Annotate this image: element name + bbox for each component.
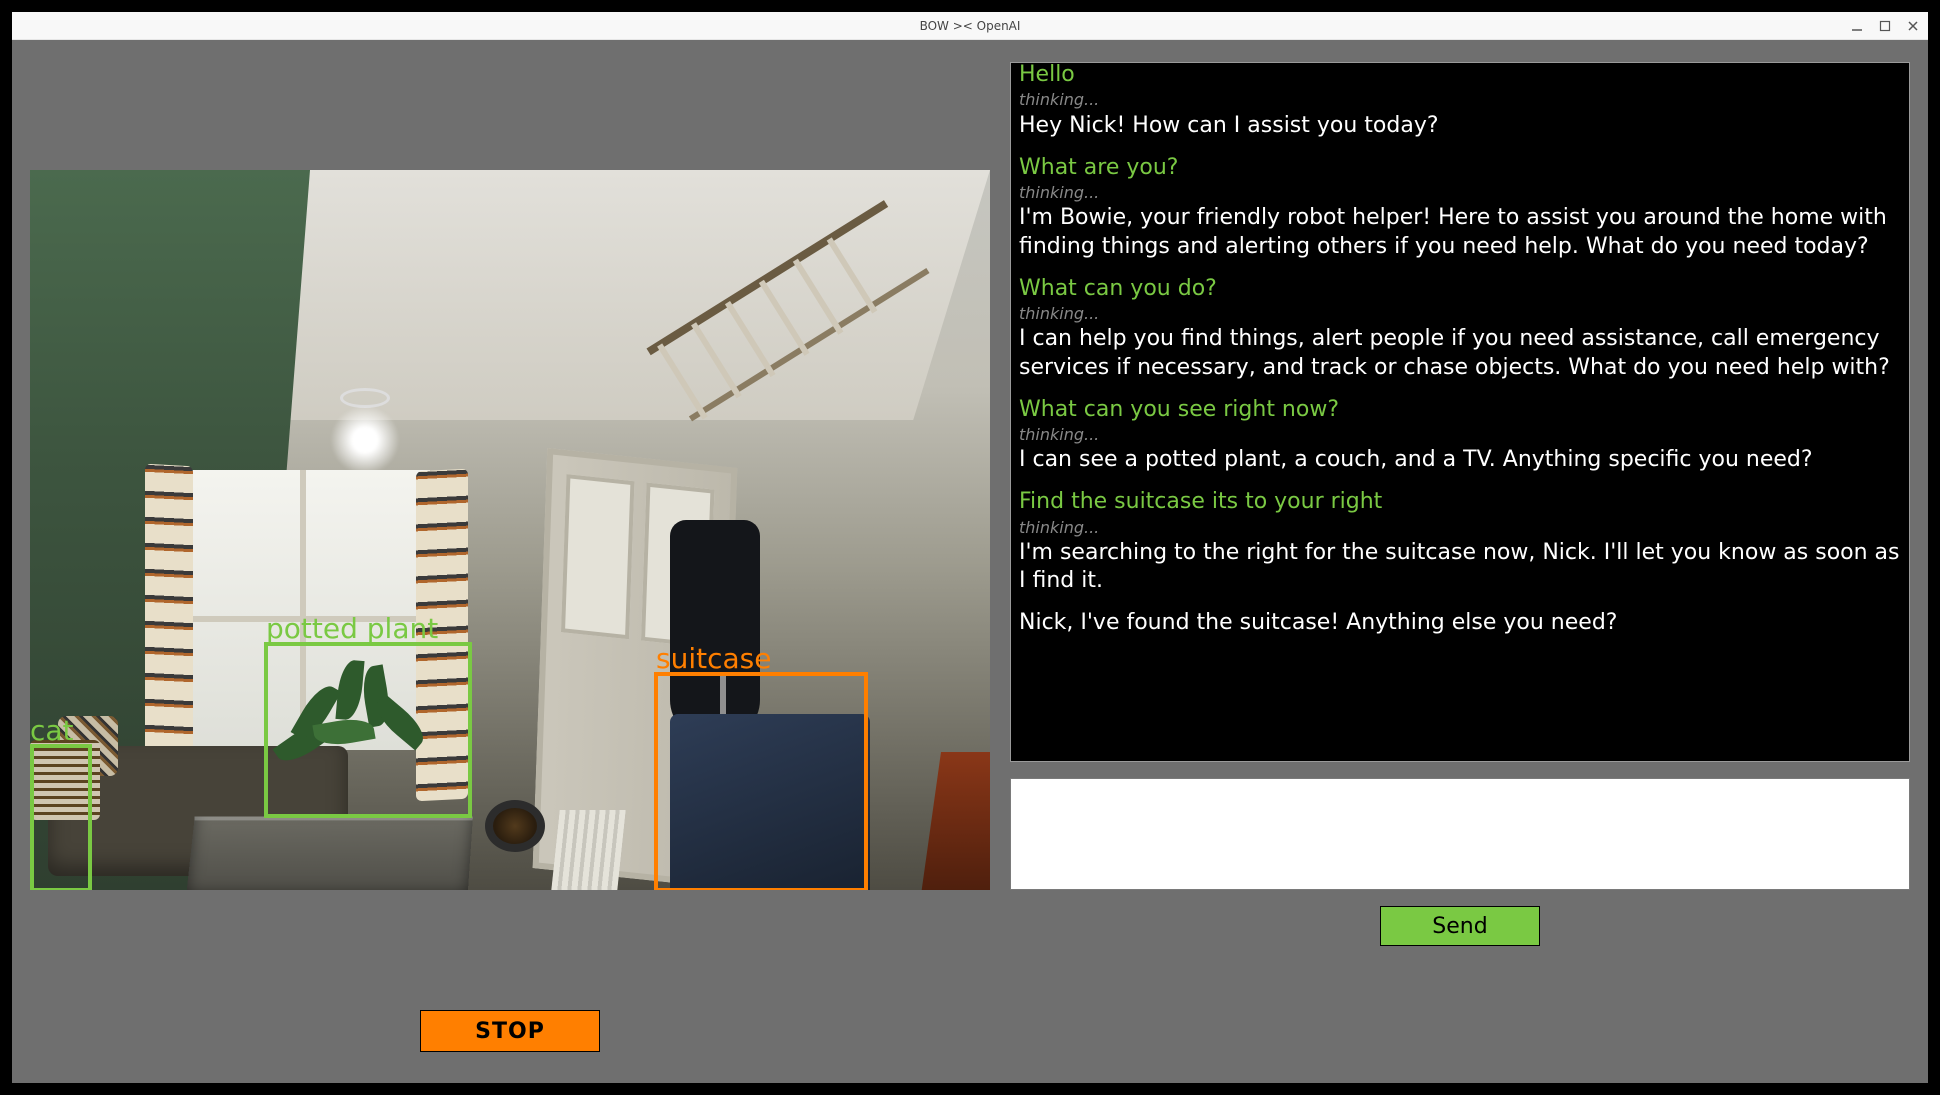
minimize-icon[interactable]: [1850, 19, 1864, 33]
detection-label-cat: cat: [30, 714, 74, 747]
chat-bot-line: Hey Nick! How can I assist you today?: [1019, 112, 1901, 140]
stop-button[interactable]: STOP: [420, 1010, 600, 1052]
chat-thinking: thinking...: [1019, 183, 1901, 203]
chat-thinking: thinking...: [1019, 90, 1901, 110]
chat-user-line: What can you do?: [1019, 275, 1901, 303]
send-row: Send: [1010, 906, 1910, 946]
outer-frame: BOW >< OpenAI: [0, 0, 1940, 1095]
titlebar: BOW >< OpenAI: [12, 12, 1928, 40]
floor-fan: [485, 800, 545, 852]
coffee-table-trunk: [185, 816, 473, 890]
chat-thinking: thinking...: [1019, 304, 1901, 324]
detection-box-suitcase: [654, 672, 868, 890]
chat-bot-line: I'm searching to the right for the suitc…: [1019, 539, 1901, 595]
camera-view: cat potted plant suitcase: [30, 170, 990, 890]
maximize-icon[interactable]: [1878, 19, 1892, 33]
chat-thinking: thinking...: [1019, 518, 1901, 538]
app-body: cat potted plant suitcase STOP Hello thi…: [12, 40, 1928, 1083]
detection-label-plant: potted plant: [266, 612, 438, 645]
detection-label-suitcase: suitcase: [656, 642, 771, 675]
chat-user-line: Hello: [1019, 62, 1901, 89]
chat-log[interactable]: Hello thinking... Hey Nick! How can I as…: [1010, 62, 1910, 762]
close-icon[interactable]: [1906, 19, 1920, 33]
chat-bot-line: I can see a potted plant, a couch, and a…: [1019, 446, 1901, 474]
app-window: BOW >< OpenAI: [12, 12, 1928, 1083]
chat-thinking: thinking...: [1019, 425, 1901, 445]
ceiling-lamp: [330, 405, 400, 475]
send-button[interactable]: Send: [1380, 906, 1540, 946]
chat-user-line: What are you?: [1019, 154, 1901, 182]
right-column: Hello thinking... Hey Nick! How can I as…: [1010, 62, 1910, 1065]
window-title: BOW >< OpenAI: [920, 19, 1021, 33]
chat-input[interactable]: [1010, 778, 1910, 890]
detection-box-cat: [30, 744, 92, 890]
chat-bot-line: I can help you find things, alert people…: [1019, 325, 1901, 381]
chat-bot-line: Nick, I've found the suitcase! Anything …: [1019, 609, 1901, 637]
detection-box-plant: [264, 642, 472, 818]
chat-user-line: Find the suitcase its to your right: [1019, 488, 1901, 516]
radiator: [550, 810, 625, 890]
window-controls: [1850, 12, 1920, 39]
chat-user-line: What can you see right now?: [1019, 396, 1901, 424]
chat-bot-line: I'm Bowie, your friendly robot helper! H…: [1019, 204, 1901, 260]
left-column: cat potted plant suitcase STOP: [30, 62, 990, 1065]
